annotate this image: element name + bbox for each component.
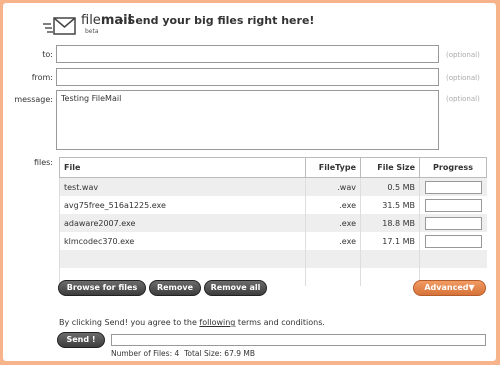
- file-progress-cell: [419, 177, 487, 196]
- file-progress-cell: [419, 214, 487, 232]
- upload-progress-bar: [111, 334, 486, 346]
- upload-summary: Number of Files: 4 Total Size: 67.9 MB: [111, 349, 255, 358]
- envelope-logo-icon: [43, 17, 76, 35]
- file-name: avg75free_516a1225.exe: [59, 196, 306, 214]
- file-name: klmcodec370.exe: [59, 232, 306, 250]
- from-optional-hint: (optional): [446, 74, 480, 82]
- table-row[interactable]: adaware2007.exe .exe 18.8 MB: [59, 214, 487, 232]
- browse-files-button[interactable]: Browse for files: [58, 280, 146, 296]
- terms-text: By clicking Send! you agree to the follo…: [59, 318, 325, 327]
- files-table: File FileType File Size Progress test.wa…: [59, 157, 487, 286]
- terms-link[interactable]: following: [199, 318, 235, 327]
- to-optional-hint: (optional): [446, 51, 480, 59]
- file-type: .exe: [305, 232, 361, 250]
- file-size: 18.8 MB: [360, 214, 420, 232]
- file-progress-cell: [419, 196, 487, 214]
- column-header-filetype[interactable]: FileType: [305, 157, 361, 178]
- progress-bar: [424, 234, 482, 248]
- filemail-panel: filemail beta - Send your big files righ…: [3, 3, 496, 361]
- table-row-empty: [59, 250, 487, 268]
- beta-label: beta: [85, 28, 99, 35]
- files-label: files:: [33, 158, 53, 167]
- advanced-button[interactable]: Advanced▼: [413, 280, 486, 296]
- from-field[interactable]: [56, 68, 439, 86]
- file-type: .exe: [305, 214, 361, 232]
- column-header-progress[interactable]: Progress: [419, 157, 487, 178]
- message-label: message:: [14, 95, 53, 104]
- file-size: 0.5 MB: [360, 177, 420, 196]
- column-header-file[interactable]: File: [59, 157, 306, 178]
- table-row[interactable]: klmcodec370.exe .exe 17.1 MB: [59, 232, 487, 250]
- message-field[interactable]: Testing FileMail: [56, 90, 439, 150]
- remove-all-button[interactable]: Remove all: [204, 280, 267, 296]
- files-count-value: 4: [174, 349, 180, 358]
- file-size: 31.5 MB: [360, 196, 420, 214]
- file-name: adaware2007.exe: [59, 214, 306, 232]
- terms-suffix: terms and conditions.: [235, 318, 325, 327]
- brand-part-file: file: [81, 13, 101, 28]
- table-row[interactable]: test.wav .wav 0.5 MB: [59, 177, 487, 196]
- files-table-header: File FileType File Size Progress: [59, 157, 487, 178]
- send-button[interactable]: Send !: [57, 332, 105, 348]
- remove-button[interactable]: Remove: [149, 280, 201, 296]
- progress-bar: [424, 180, 482, 194]
- table-row[interactable]: avg75free_516a1225.exe .exe 31.5 MB: [59, 196, 487, 214]
- column-header-filesize[interactable]: File Size: [360, 157, 420, 178]
- terms-prefix: By clicking Send! you agree to the: [59, 318, 200, 327]
- file-type: .wav: [305, 177, 361, 196]
- files-count-label: Number of Files:: [111, 349, 173, 358]
- file-type: .exe: [305, 196, 361, 214]
- from-label: from:: [31, 73, 53, 82]
- progress-bar: [424, 198, 482, 212]
- to-field[interactable]: [56, 45, 439, 63]
- total-size-label: Total Size:: [184, 349, 222, 358]
- total-size-value: 67.9 MB: [224, 349, 255, 358]
- file-progress-cell: [419, 232, 487, 250]
- progress-bar: [424, 216, 482, 230]
- tagline: - Send your big files right here!: [119, 14, 315, 27]
- file-name: test.wav: [59, 177, 306, 196]
- message-optional-hint: (optional): [446, 95, 480, 103]
- to-label: to:: [42, 50, 53, 59]
- file-size: 17.1 MB: [360, 232, 420, 250]
